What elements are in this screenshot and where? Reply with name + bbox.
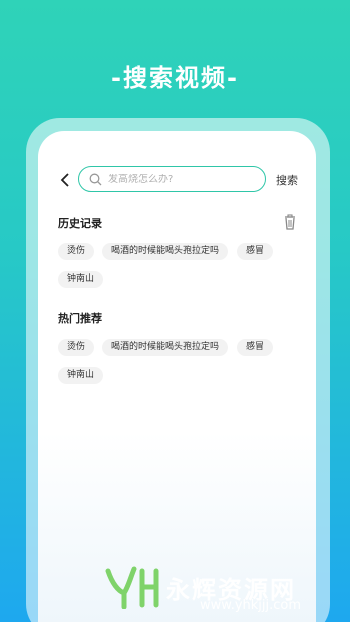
chevron-left-icon xyxy=(60,173,69,187)
hot-tag[interactable]: 感冒 xyxy=(237,339,274,356)
trash-icon xyxy=(285,214,295,230)
history-title: 历史记录 xyxy=(58,217,102,230)
hot-tag[interactable]: 烫伤 xyxy=(58,339,95,356)
hot-tag[interactable]: 钟南山 xyxy=(58,367,104,384)
watermark-logo-icon xyxy=(105,566,159,609)
back-button[interactable] xyxy=(56,170,74,190)
page-title: -搜索视频- xyxy=(111,64,239,92)
watermark-url: www.yhkjjj.com xyxy=(200,598,302,613)
history-tag[interactable]: 烫伤 xyxy=(58,243,95,260)
search-input[interactable] xyxy=(108,173,248,185)
search-button[interactable]: 搜索 xyxy=(276,172,298,188)
hot-title: 热门推荐 xyxy=(58,312,102,325)
history-tag[interactable]: 钟南山 xyxy=(58,271,104,288)
clear-history-button[interactable] xyxy=(283,214,297,230)
search-box[interactable] xyxy=(78,166,266,192)
history-tag[interactable]: 喝酒的时候能喝头孢拉定吗 xyxy=(102,243,229,260)
search-icon xyxy=(89,173,102,185)
hot-tag[interactable]: 喝酒的时候能喝头孢拉定吗 xyxy=(102,339,229,356)
history-tag[interactable]: 感冒 xyxy=(237,243,274,260)
